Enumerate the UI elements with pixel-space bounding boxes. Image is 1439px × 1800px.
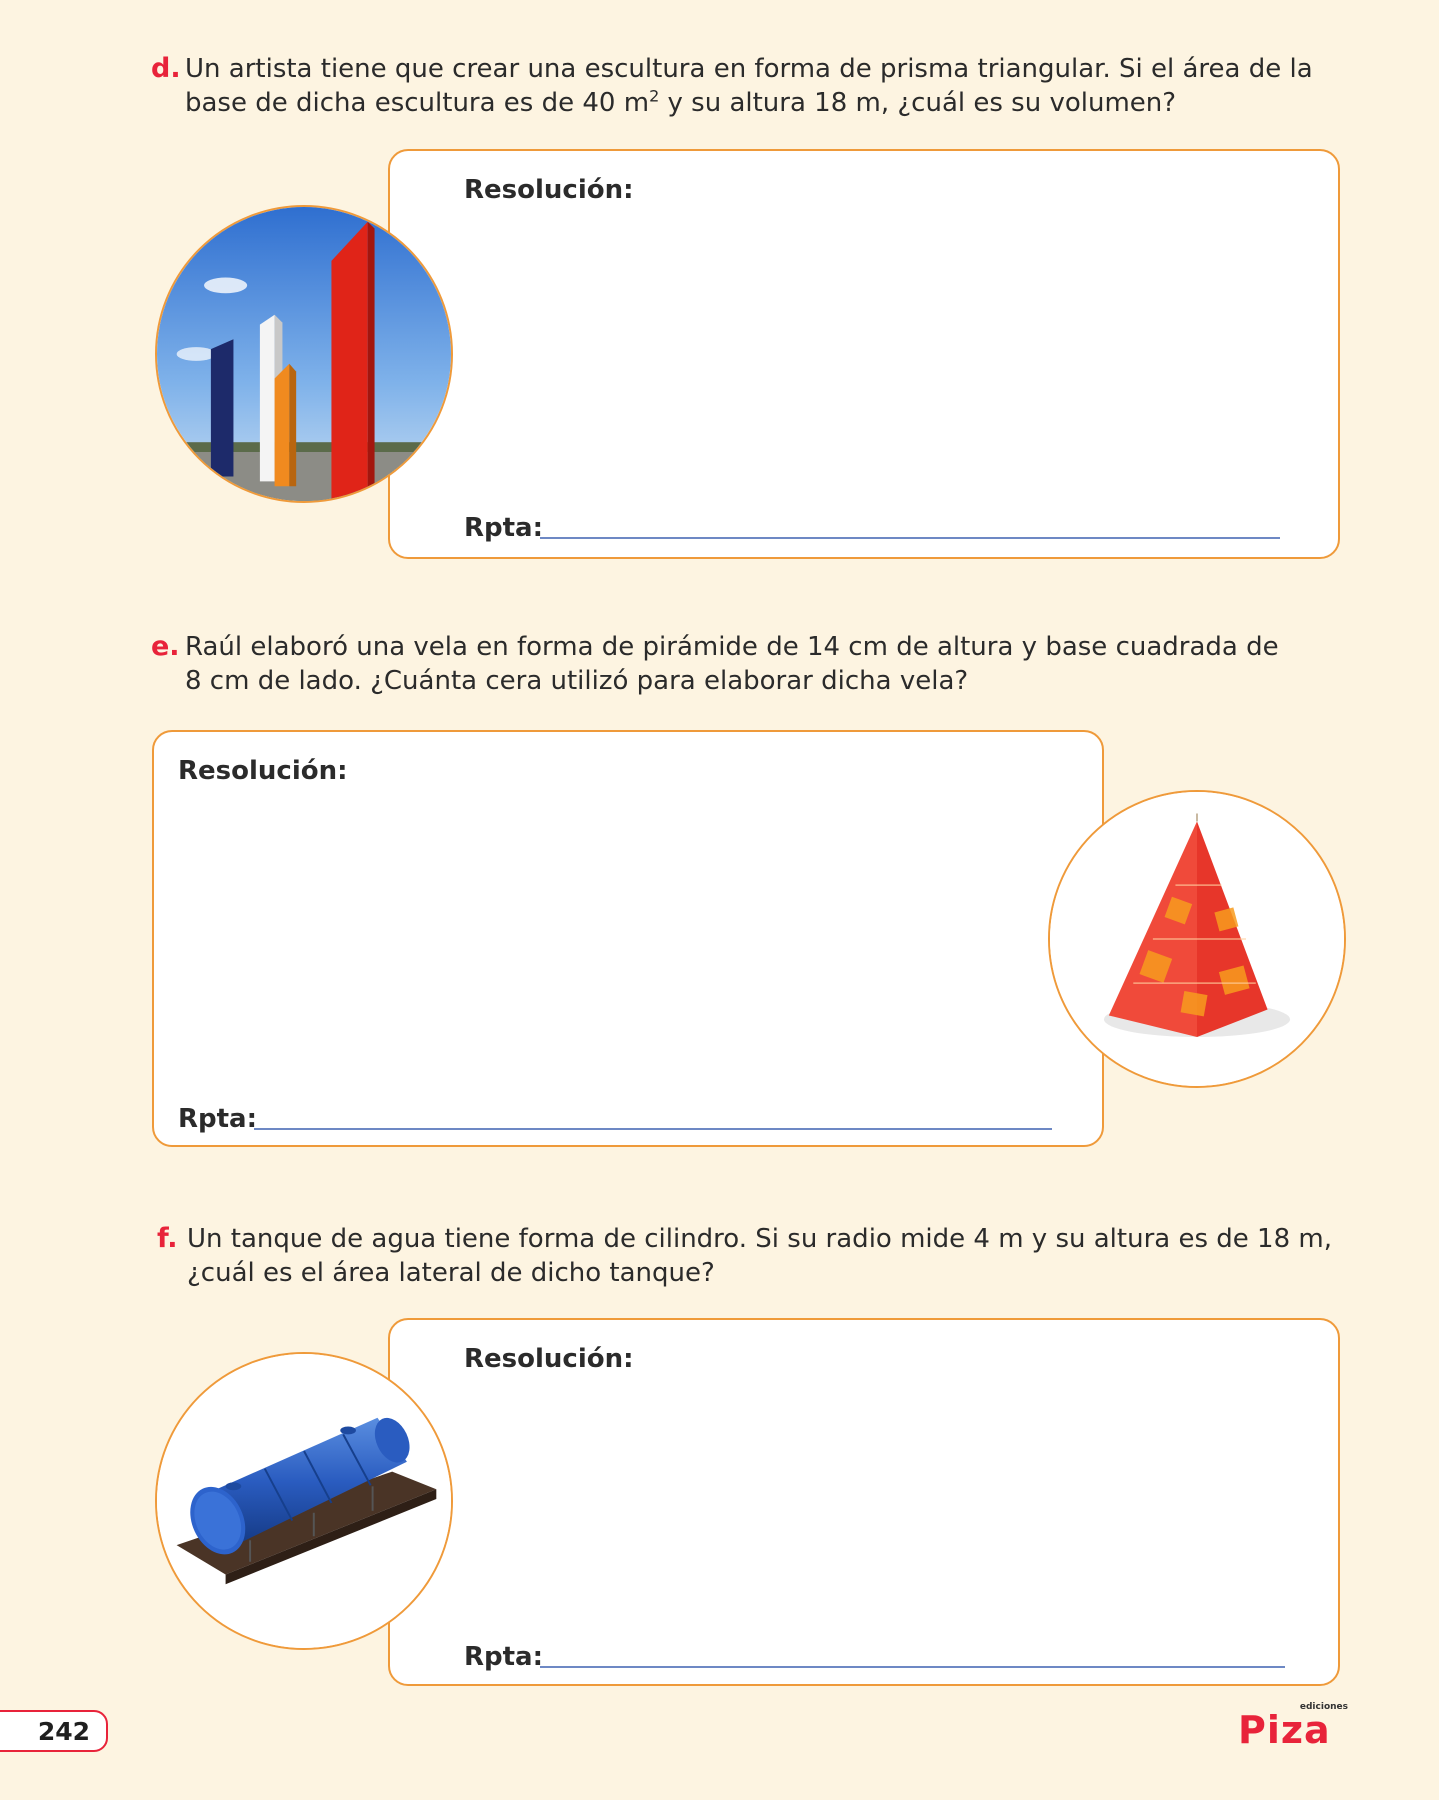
problem-line-part: y su altura 18 m, ¿cuál es su volumen? xyxy=(659,88,1177,118)
publisher-logo: ediciones Piza xyxy=(1238,1702,1348,1752)
page-number-text: 242 xyxy=(37,1716,90,1746)
pyramid-candle-photo xyxy=(1048,790,1346,1088)
sculpture-towers-photo xyxy=(155,205,453,503)
resolution-box-f[interactable]: Resolución: Rpta: xyxy=(388,1318,1340,1686)
problem-e-text: e. Raúl elaboró una vela en forma de pir… xyxy=(151,630,1343,698)
resolution-box-d[interactable]: Resolución: Rpta: xyxy=(388,149,1340,559)
problem-line: Un artista tiene que crear una escultura… xyxy=(185,54,1313,84)
logo-wordmark: Piza xyxy=(1238,1708,1331,1752)
problem-d-text: d. Un artista tiene que crear una escult… xyxy=(151,52,1343,120)
resolution-label: Resolución: xyxy=(178,756,348,786)
problem-letter: f. xyxy=(157,1223,178,1254)
answer-line[interactable] xyxy=(540,1666,1285,1668)
sculpture-towers-icon xyxy=(157,207,451,501)
answer-line[interactable] xyxy=(540,537,1280,539)
problem-line: Un tanque de agua tiene forma de cilindr… xyxy=(187,1224,1332,1254)
water-tank-icon xyxy=(157,1354,451,1648)
resolution-label: Resolución: xyxy=(464,175,634,205)
resolution-label: Resolución: xyxy=(464,1344,634,1374)
problem-line-part: base de dicha escultura es de 40 m xyxy=(185,88,650,118)
problem-f-text: f. Un tanque de agua tiene forma de cili… xyxy=(157,1222,1343,1290)
resolution-box-e[interactable]: Resolución: Rpta: xyxy=(152,730,1104,1147)
answer-line[interactable] xyxy=(254,1128,1052,1130)
answer-label: Rpta: xyxy=(464,1642,544,1672)
problem-letter: e. xyxy=(151,631,180,662)
answer-label: Rpta: xyxy=(464,513,544,543)
water-tank-photo xyxy=(155,1352,453,1650)
problem-line: base de dicha escultura es de 40 m2 y su… xyxy=(185,86,1343,120)
page-number: 242 xyxy=(0,1710,108,1752)
answer-label: Rpta: xyxy=(178,1104,258,1134)
problem-line: 8 cm de lado. ¿Cuánta cera utilizó para … xyxy=(185,666,969,696)
problem-letter: d. xyxy=(151,53,181,84)
problem-line: Raúl elaboró una vela en forma de pirámi… xyxy=(185,632,1279,662)
superscript: 2 xyxy=(649,86,660,106)
problem-line: ¿cuál es el área lateral de dicho tanque… xyxy=(187,1258,715,1288)
pyramid-candle-icon xyxy=(1050,792,1344,1086)
